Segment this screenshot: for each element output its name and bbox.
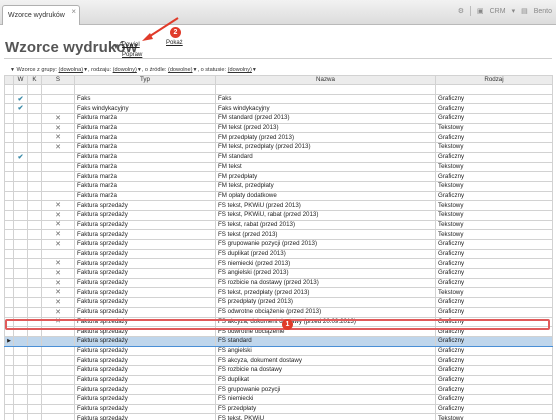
app-frame: Wzorce wydruków × ⚙ ▣ CRM ▾ ▤ Bento Wzor… <box>0 0 556 420</box>
annotation-arrow <box>142 17 179 41</box>
